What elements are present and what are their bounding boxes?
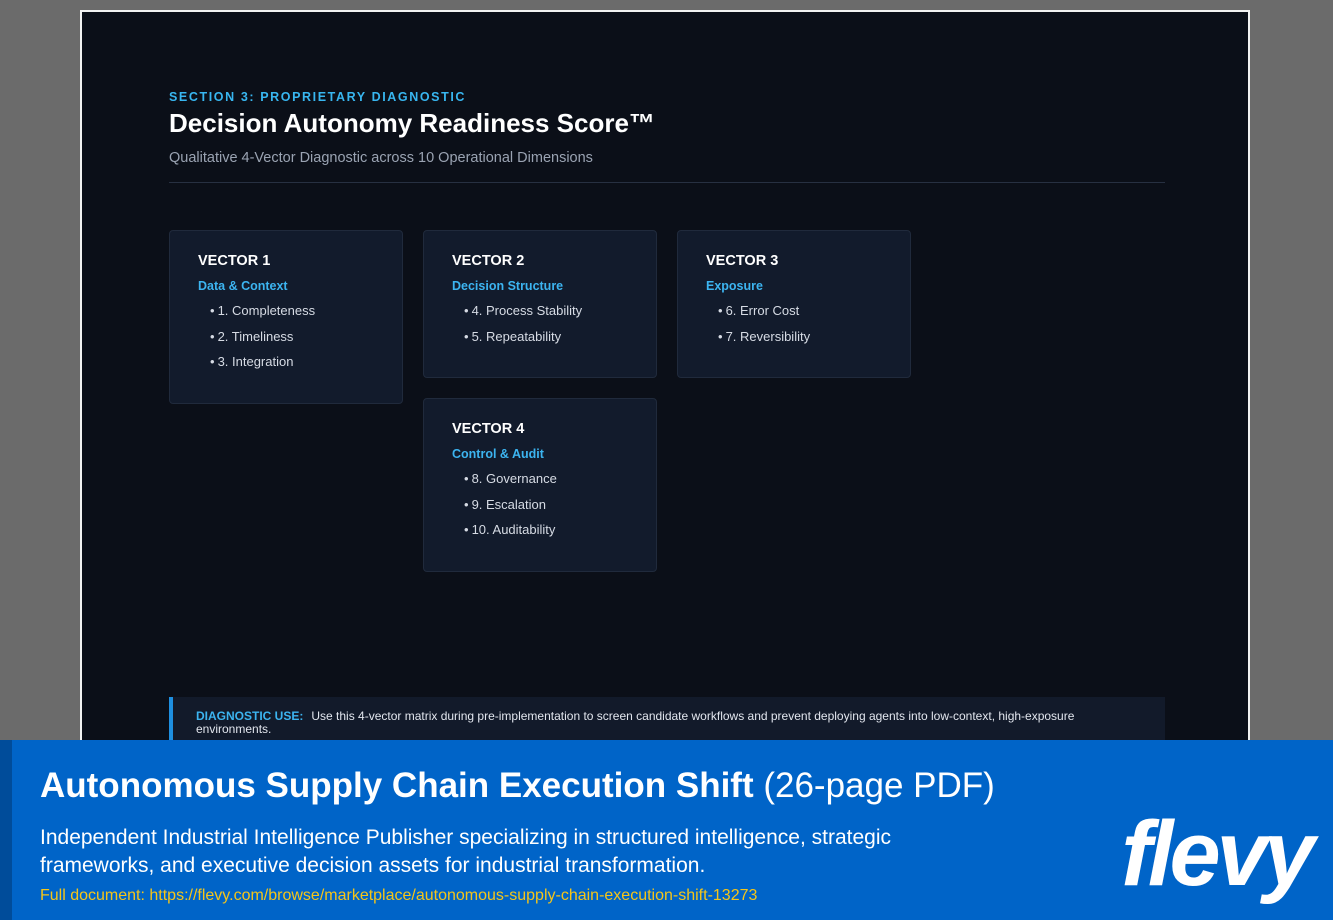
- slide-title: Decision Autonomy Readiness Score™: [169, 108, 655, 138]
- vector-title: VECTOR 1: [198, 253, 271, 269]
- list-item: • 4. Process Stability: [452, 298, 656, 324]
- bullet-icon: •: [210, 328, 215, 344]
- vector-card-3: VECTOR 3 Exposure • 6. Error Cost • 7. Rev…: [677, 230, 911, 378]
- bullet-icon: •: [718, 328, 723, 344]
- list-item: • 1. Completeness: [198, 298, 402, 324]
- vector-subtitle: Control & Audit: [452, 447, 544, 461]
- dimension-label: 1. Completeness: [217, 303, 316, 318]
- note-label: DIAGNOSTIC USE:: [196, 709, 304, 723]
- list-item: • 7. Reversibility: [706, 324, 910, 350]
- dimension-label: 3. Integration: [217, 354, 294, 369]
- document-title: Autonomous Supply Chain Execution Shift …: [40, 766, 995, 806]
- dimension-list: • 4. Process Stability • 5. Repeatability: [452, 298, 656, 349]
- divider: [169, 182, 1165, 183]
- vector-card-2: VECTOR 2 Decision Structure • 4. Process …: [423, 230, 657, 378]
- slide-subtitle: Qualitative 4-Vector Diagnostic across 1…: [169, 150, 593, 166]
- vector-subtitle: Decision Structure: [452, 279, 564, 293]
- slide: SECTION 3: PROPRIETARY DIAGNOSTIC Decisi…: [80, 10, 1250, 750]
- bullet-icon: •: [464, 328, 469, 344]
- vector-card-1: VECTOR 1 Data & Context • 1. Completeness…: [169, 230, 403, 404]
- bullet-icon: •: [210, 303, 215, 318]
- banner-edge: [0, 740, 12, 920]
- list-item: • 10. Auditability: [452, 517, 656, 543]
- dimension-label: 7. Reversibility: [725, 328, 811, 344]
- dimension-list: • 8. Governance • 9. Escalation • 10. Audit…: [452, 466, 656, 543]
- vector-subtitle: Exposure: [706, 279, 763, 293]
- document-banner: Autonomous Supply Chain Execution Shift …: [0, 740, 1333, 920]
- dimension-label: 10. Auditability: [471, 522, 556, 537]
- bullet-icon: •: [210, 354, 215, 369]
- document-page-count: (26-page PDF): [763, 766, 995, 805]
- document-link[interactable]: Full document: https://flevy.com/browse/…: [40, 887, 757, 905]
- list-item: • 3. Integration: [198, 349, 402, 375]
- publisher-description: Independent Industrial Intelligence Publ…: [40, 826, 892, 877]
- dimension-label: 4. Process Stability: [471, 303, 583, 318]
- vector-title: VECTOR 3: [706, 253, 779, 269]
- section-eyebrow: SECTION 3: PROPRIETARY DIAGNOSTIC: [169, 90, 467, 104]
- list-item: • 5. Repeatability: [452, 324, 656, 350]
- list-item: • 8. Governance: [452, 466, 656, 492]
- document-title-main: Autonomous Supply Chain Execution Shift: [40, 766, 754, 805]
- dimension-list: • 1. Completeness • 2. Timeliness • 3. Inte…: [198, 298, 402, 375]
- vector-subtitle: Data & Context: [198, 279, 288, 293]
- vector-title: VECTOR 4: [452, 421, 525, 437]
- bullet-icon: •: [464, 496, 469, 512]
- note-text: Use this 4-vector matrix during pre-impl…: [196, 709, 1075, 736]
- list-item: • 6. Error Cost: [706, 298, 910, 324]
- dimension-list: • 6. Error Cost • 7. Reversibility: [706, 298, 910, 349]
- bullet-icon: •: [718, 303, 723, 318]
- dimension-label: 8. Governance: [471, 471, 557, 486]
- dimension-label: 2. Timeliness: [217, 328, 294, 344]
- dimension-label: 6. Error Cost: [725, 303, 800, 318]
- flevy-logo[interactable]: flevy: [1121, 804, 1315, 904]
- bullet-icon: •: [464, 303, 469, 318]
- dimension-label: 5. Repeatability: [471, 328, 562, 344]
- bullet-icon: •: [464, 471, 469, 486]
- vector-card-4: VECTOR 4 Control & Audit • 8. Governance …: [423, 398, 657, 572]
- list-item: • 9. Escalation: [452, 492, 656, 518]
- vector-title: VECTOR 2: [452, 253, 525, 269]
- dimension-label: 9. Escalation: [471, 496, 546, 512]
- bullet-icon: •: [464, 522, 469, 537]
- list-item: • 2. Timeliness: [198, 324, 402, 350]
